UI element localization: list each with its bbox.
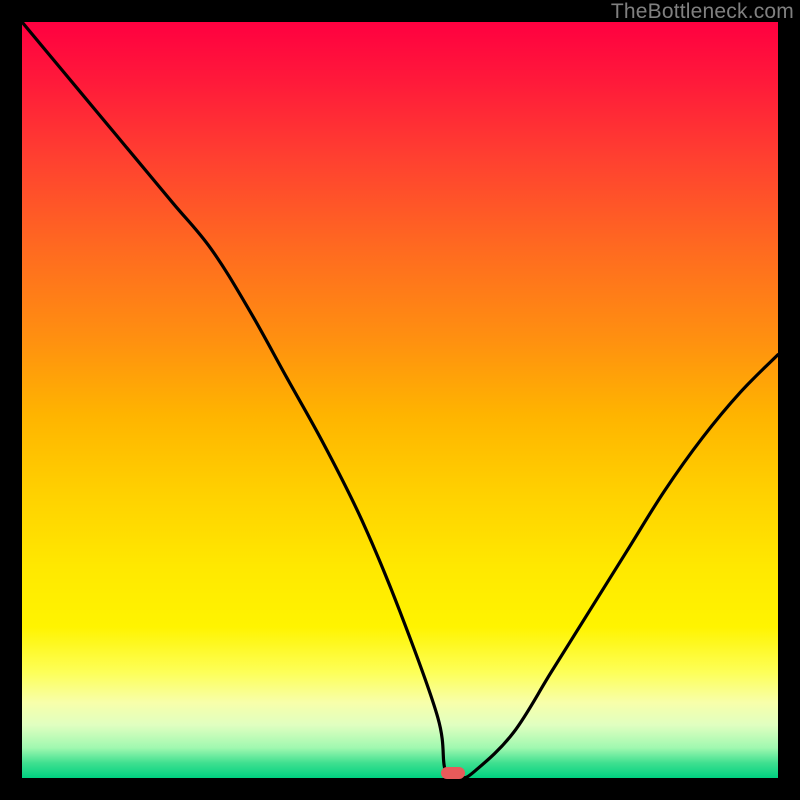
watermark-text: TheBottleneck.com — [611, 0, 794, 24]
plot-area — [22, 22, 778, 778]
bottleneck-curve — [22, 22, 778, 778]
optimal-marker — [441, 767, 465, 779]
